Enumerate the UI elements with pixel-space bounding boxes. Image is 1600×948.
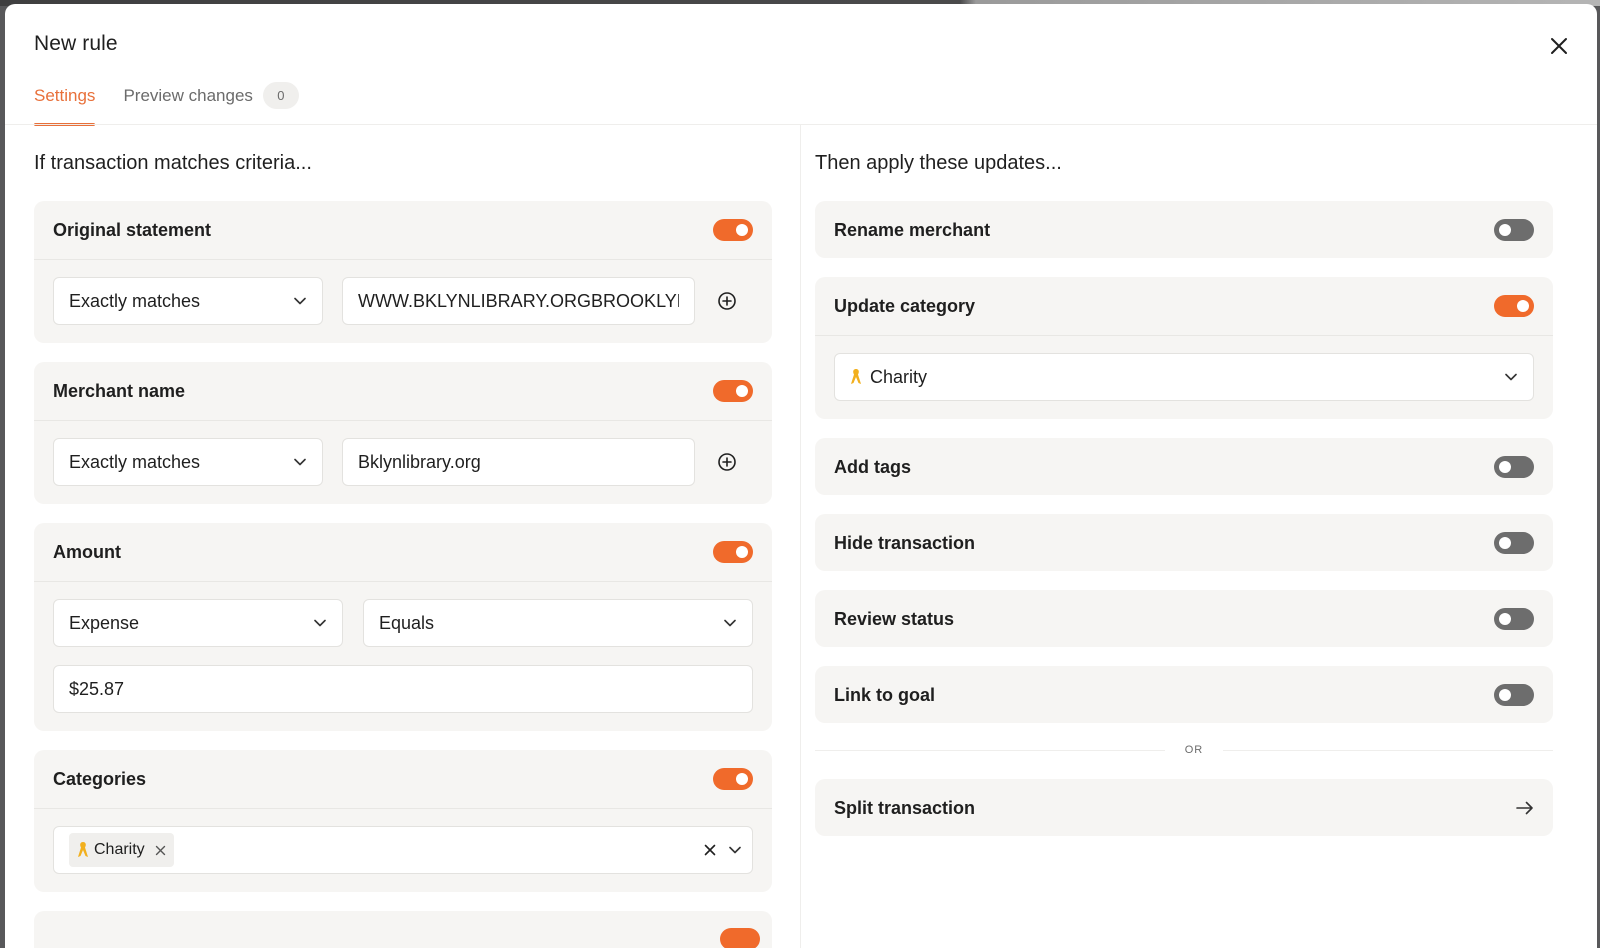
amount-operator-value: Equals: [379, 612, 435, 633]
hide-transaction-toggle[interactable]: [1494, 532, 1534, 554]
amount-type-select[interactable]: Expense: [53, 599, 343, 647]
split-transaction-label: Split transaction: [834, 797, 976, 818]
close-icon: [1551, 38, 1567, 54]
merchant-name-value-input[interactable]: Bklynlibrary.org: [342, 438, 695, 486]
update-category-value: Charity: [870, 366, 928, 387]
category-chip-charity: Charity: [69, 833, 174, 867]
original-statement-value-input[interactable]: WWW.BKLYNLIBRARY.ORGBROOKLYN: [342, 277, 695, 325]
divider: [34, 259, 772, 260]
chevron-down-icon: [723, 616, 737, 630]
close-icon: [704, 844, 716, 856]
add-statement-condition-button[interactable]: [716, 290, 738, 312]
column-divider: [800, 125, 801, 948]
rename-merchant-card: Rename merchant: [815, 201, 1553, 258]
merchant-name-label: Merchant name: [53, 380, 186, 401]
link-to-goal-toggle[interactable]: [1494, 684, 1534, 706]
ribbon-icon: [77, 841, 89, 859]
chevron-down-icon: [728, 843, 742, 857]
modal-title: New rule: [34, 32, 118, 55]
amount-operator-select[interactable]: Equals: [363, 599, 753, 647]
plus-circle-icon: [718, 292, 736, 310]
divider: [34, 808, 772, 809]
operator-value: Exactly matches: [69, 451, 201, 472]
link-to-goal-card: Link to goal: [815, 666, 1553, 723]
preview-count-badge: 0: [262, 82, 299, 109]
operator-value: Exactly matches: [69, 290, 201, 311]
update-category-toggle[interactable]: [1494, 295, 1534, 317]
update-category-label: Update category: [834, 295, 976, 316]
hide-transaction-card: Hide transaction: [815, 514, 1553, 571]
rename-merchant-label: Rename merchant: [834, 219, 991, 240]
merchant-name-operator-select[interactable]: Exactly matches: [53, 438, 323, 486]
merchant-value: Bklynlibrary.org: [358, 451, 481, 472]
add-tags-toggle[interactable]: [1494, 456, 1534, 478]
amount-value-input[interactable]: $25.87: [53, 665, 753, 713]
link-to-goal-label: Link to goal: [834, 684, 935, 705]
review-status-toggle[interactable]: [1494, 608, 1534, 630]
clear-categories-button[interactable]: [704, 844, 716, 856]
close-button[interactable]: [1545, 32, 1573, 60]
amount-label: Amount: [53, 541, 121, 562]
category-chip-label: Charity: [94, 841, 145, 858]
statement-value: WWW.BKLYNLIBRARY.ORGBROOKLYN: [358, 290, 679, 311]
criteria-heading: If transaction matches criteria...: [34, 152, 312, 174]
ribbon-icon: [850, 368, 862, 386]
arrow-right-icon: [1516, 801, 1534, 815]
next-criteria-card: [34, 911, 772, 948]
divider: [34, 581, 772, 582]
review-status-label: Review status: [834, 608, 955, 629]
split-transaction-button[interactable]: Split transaction: [815, 779, 1553, 836]
original-statement-operator-select[interactable]: Exactly matches: [53, 277, 323, 325]
add-tags-card: Add tags: [815, 438, 1553, 495]
new-rule-modal: New rule Settings Preview changes 0 If t…: [5, 4, 1597, 948]
tab-preview-changes-label: Preview changes: [123, 86, 253, 105]
review-status-card: Review status: [815, 590, 1553, 647]
amount-value: $25.87: [69, 678, 125, 699]
original-statement-label: Original statement: [53, 219, 212, 240]
hide-transaction-label: Hide transaction: [834, 532, 976, 553]
header-divider: [5, 124, 1597, 125]
add-merchant-condition-button[interactable]: [716, 451, 738, 473]
rename-merchant-toggle[interactable]: [1494, 219, 1534, 241]
original-statement-toggle[interactable]: [713, 219, 753, 241]
categories-multiselect[interactable]: Charity: [53, 826, 753, 874]
tab-settings-label: Settings: [34, 86, 96, 105]
chevron-down-icon: [293, 294, 307, 308]
categories-label: Categories: [53, 768, 147, 789]
or-divider-text: OR: [1165, 744, 1223, 756]
update-category-select[interactable]: Charity: [834, 353, 1534, 401]
amount-toggle[interactable]: [713, 541, 753, 563]
divider: [34, 420, 772, 421]
remove-chip-button[interactable]: [155, 845, 166, 856]
merchant-name-toggle[interactable]: [713, 380, 753, 402]
add-tags-label: Add tags: [834, 456, 912, 477]
chevron-down-icon: [1504, 370, 1518, 384]
close-icon: [155, 845, 165, 855]
categories-toggle[interactable]: [713, 768, 753, 790]
amount-type-value: Expense: [69, 612, 140, 633]
updates-heading: Then apply these updates...: [815, 152, 1062, 174]
plus-circle-icon: [718, 453, 736, 471]
divider: [815, 335, 1553, 336]
tab-bar: Settings Preview changes 0: [34, 76, 327, 126]
chevron-down-icon: [313, 616, 327, 630]
next-criteria-toggle[interactable]: [720, 928, 760, 948]
tab-preview-changes[interactable]: Preview changes 0: [123, 76, 299, 126]
chevron-down-icon: [293, 455, 307, 469]
tab-settings[interactable]: Settings: [34, 76, 96, 126]
